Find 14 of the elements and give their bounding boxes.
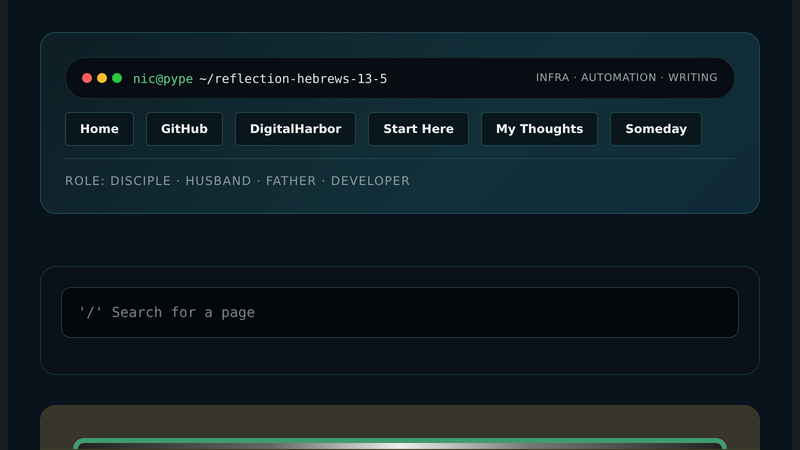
tagline: INFRA · AUTOMATION · WRITING (536, 72, 718, 84)
window-dot-icon (112, 73, 122, 83)
window-dot-icon (97, 73, 107, 83)
role-text: ROLE: DISCIPLE · HUSBAND · FATHER · DEVELOPER (65, 174, 412, 188)
search-field[interactable]: '/' Search for a page (61, 287, 739, 338)
nav-button[interactable]: Home (65, 112, 134, 146)
nav-button[interactable]: DigitalHarbor (234, 112, 356, 146)
nav-button[interactable]: Someday (610, 112, 702, 146)
nav-button[interactable]: Start Here (368, 112, 469, 146)
terminal-path: ~/reflection-hebrews-13-5 (199, 70, 388, 86)
nav-button[interactable]: My Thoughts (480, 112, 598, 146)
nav-button[interactable]: GitHub (146, 112, 223, 146)
terminal-user: nic@pype (133, 70, 194, 86)
window-dot-icon (82, 73, 92, 83)
